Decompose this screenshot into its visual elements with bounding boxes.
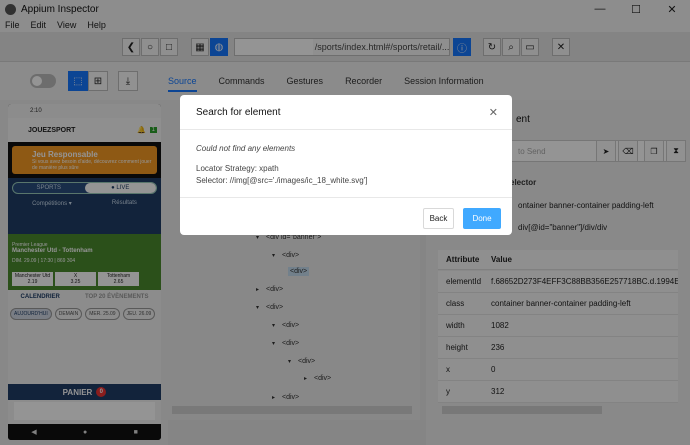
dialog-title: Search for element [180, 95, 512, 130]
close-icon[interactable]: ✕ [489, 106, 498, 119]
locator-strategy: Locator Strategy: xpath [196, 164, 279, 173]
dialog-footer: Back Done [180, 197, 512, 235]
selector-text: Selector: //img[@src='./images/ic_18_whi… [196, 176, 368, 185]
dialog-body: Could not find any elements Locator Stra… [180, 130, 512, 187]
error-message: Could not find any elements [196, 144, 296, 153]
back-button[interactable]: Back [423, 208, 454, 229]
done-button[interactable]: Done [463, 208, 501, 229]
search-element-dialog: Search for element ✕ Could not find any … [180, 95, 512, 235]
